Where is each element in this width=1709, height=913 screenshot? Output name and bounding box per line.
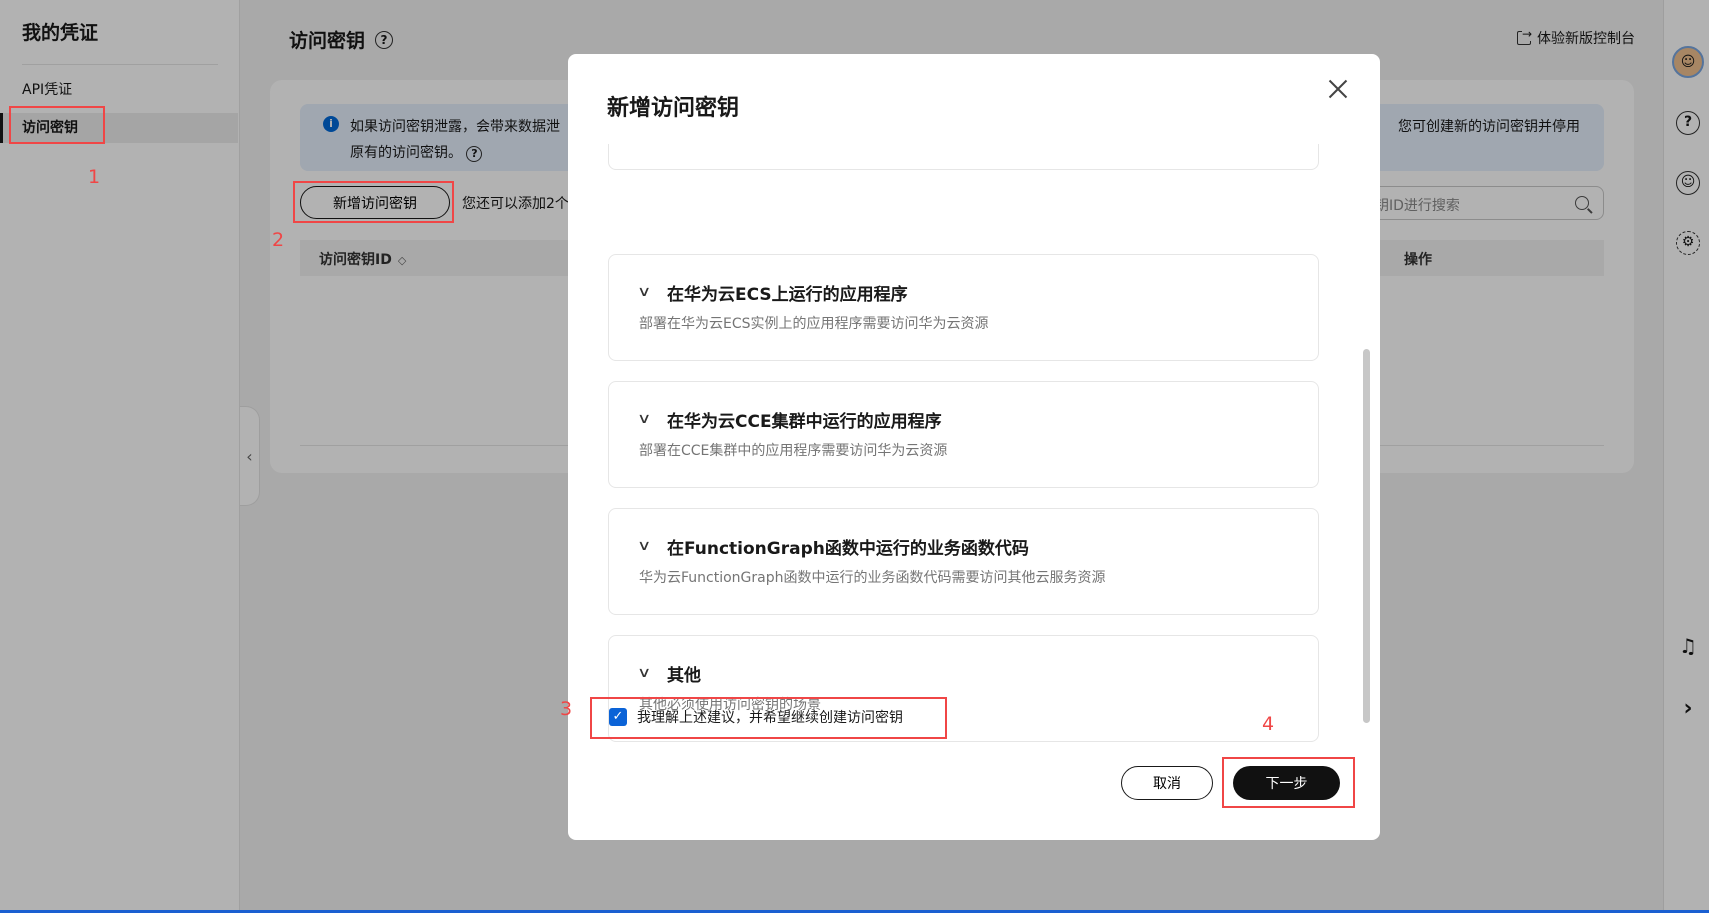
dialog-scrollbar[interactable] [1363, 349, 1370, 723]
annotation-number-1: 1 [88, 166, 101, 188]
section-card-partial [608, 144, 1319, 170]
scenario-section-ecs[interactable]: ∨ 在华为云ECS上运行的应用程序 部署在华为云ECS实例上的应用程序需要访问华… [608, 254, 1319, 361]
section-description: 部署在华为云ECS实例上的应用程序需要访问华为云资源 [639, 316, 989, 332]
section-title: 在华为云CCE集群中运行的应用程序 [667, 412, 942, 432]
annotation-box-3 [590, 697, 947, 739]
annotation-number-3: 3 [560, 698, 573, 720]
annotation-number-4: 4 [1262, 713, 1275, 735]
section-title: 其他 [667, 666, 701, 686]
chevron-down-icon: ∨ [636, 284, 652, 300]
chevron-down-icon: ∨ [636, 538, 652, 554]
annotation-number-2: 2 [272, 229, 285, 251]
section-description: 部署在CCE集群中的应用程序需要访问华为云资源 [639, 443, 948, 459]
cancel-button[interactable]: 取消 [1121, 766, 1213, 800]
chevron-down-icon: ∨ [636, 665, 652, 681]
dialog-title: 新增访问密钥 [607, 96, 740, 121]
annotation-box-2 [293, 181, 454, 223]
scenario-section-functiongraph[interactable]: ∨ 在FunctionGraph函数中运行的业务函数代码 华为云Function… [608, 508, 1319, 615]
section-description: 华为云FunctionGraph函数中运行的业务函数代码需要访问其他云服务资源 [639, 570, 1106, 586]
close-icon[interactable] [1322, 73, 1354, 105]
annotation-box-4 [1222, 757, 1355, 808]
section-title: 在FunctionGraph函数中运行的业务函数代码 [667, 539, 1029, 559]
annotation-box-1 [9, 106, 105, 144]
scenario-section-cce[interactable]: ∨ 在华为云CCE集群中运行的应用程序 部署在CCE集群中的应用程序需要访问华为… [608, 381, 1319, 488]
chevron-down-icon: ∨ [636, 411, 652, 427]
section-title: 在华为云ECS上运行的应用程序 [667, 285, 908, 305]
dialog-scroll-area[interactable]: ∨ 在华为云ECS上运行的应用程序 部署在华为云ECS实例上的应用程序需要访问华… [568, 144, 1380, 744]
